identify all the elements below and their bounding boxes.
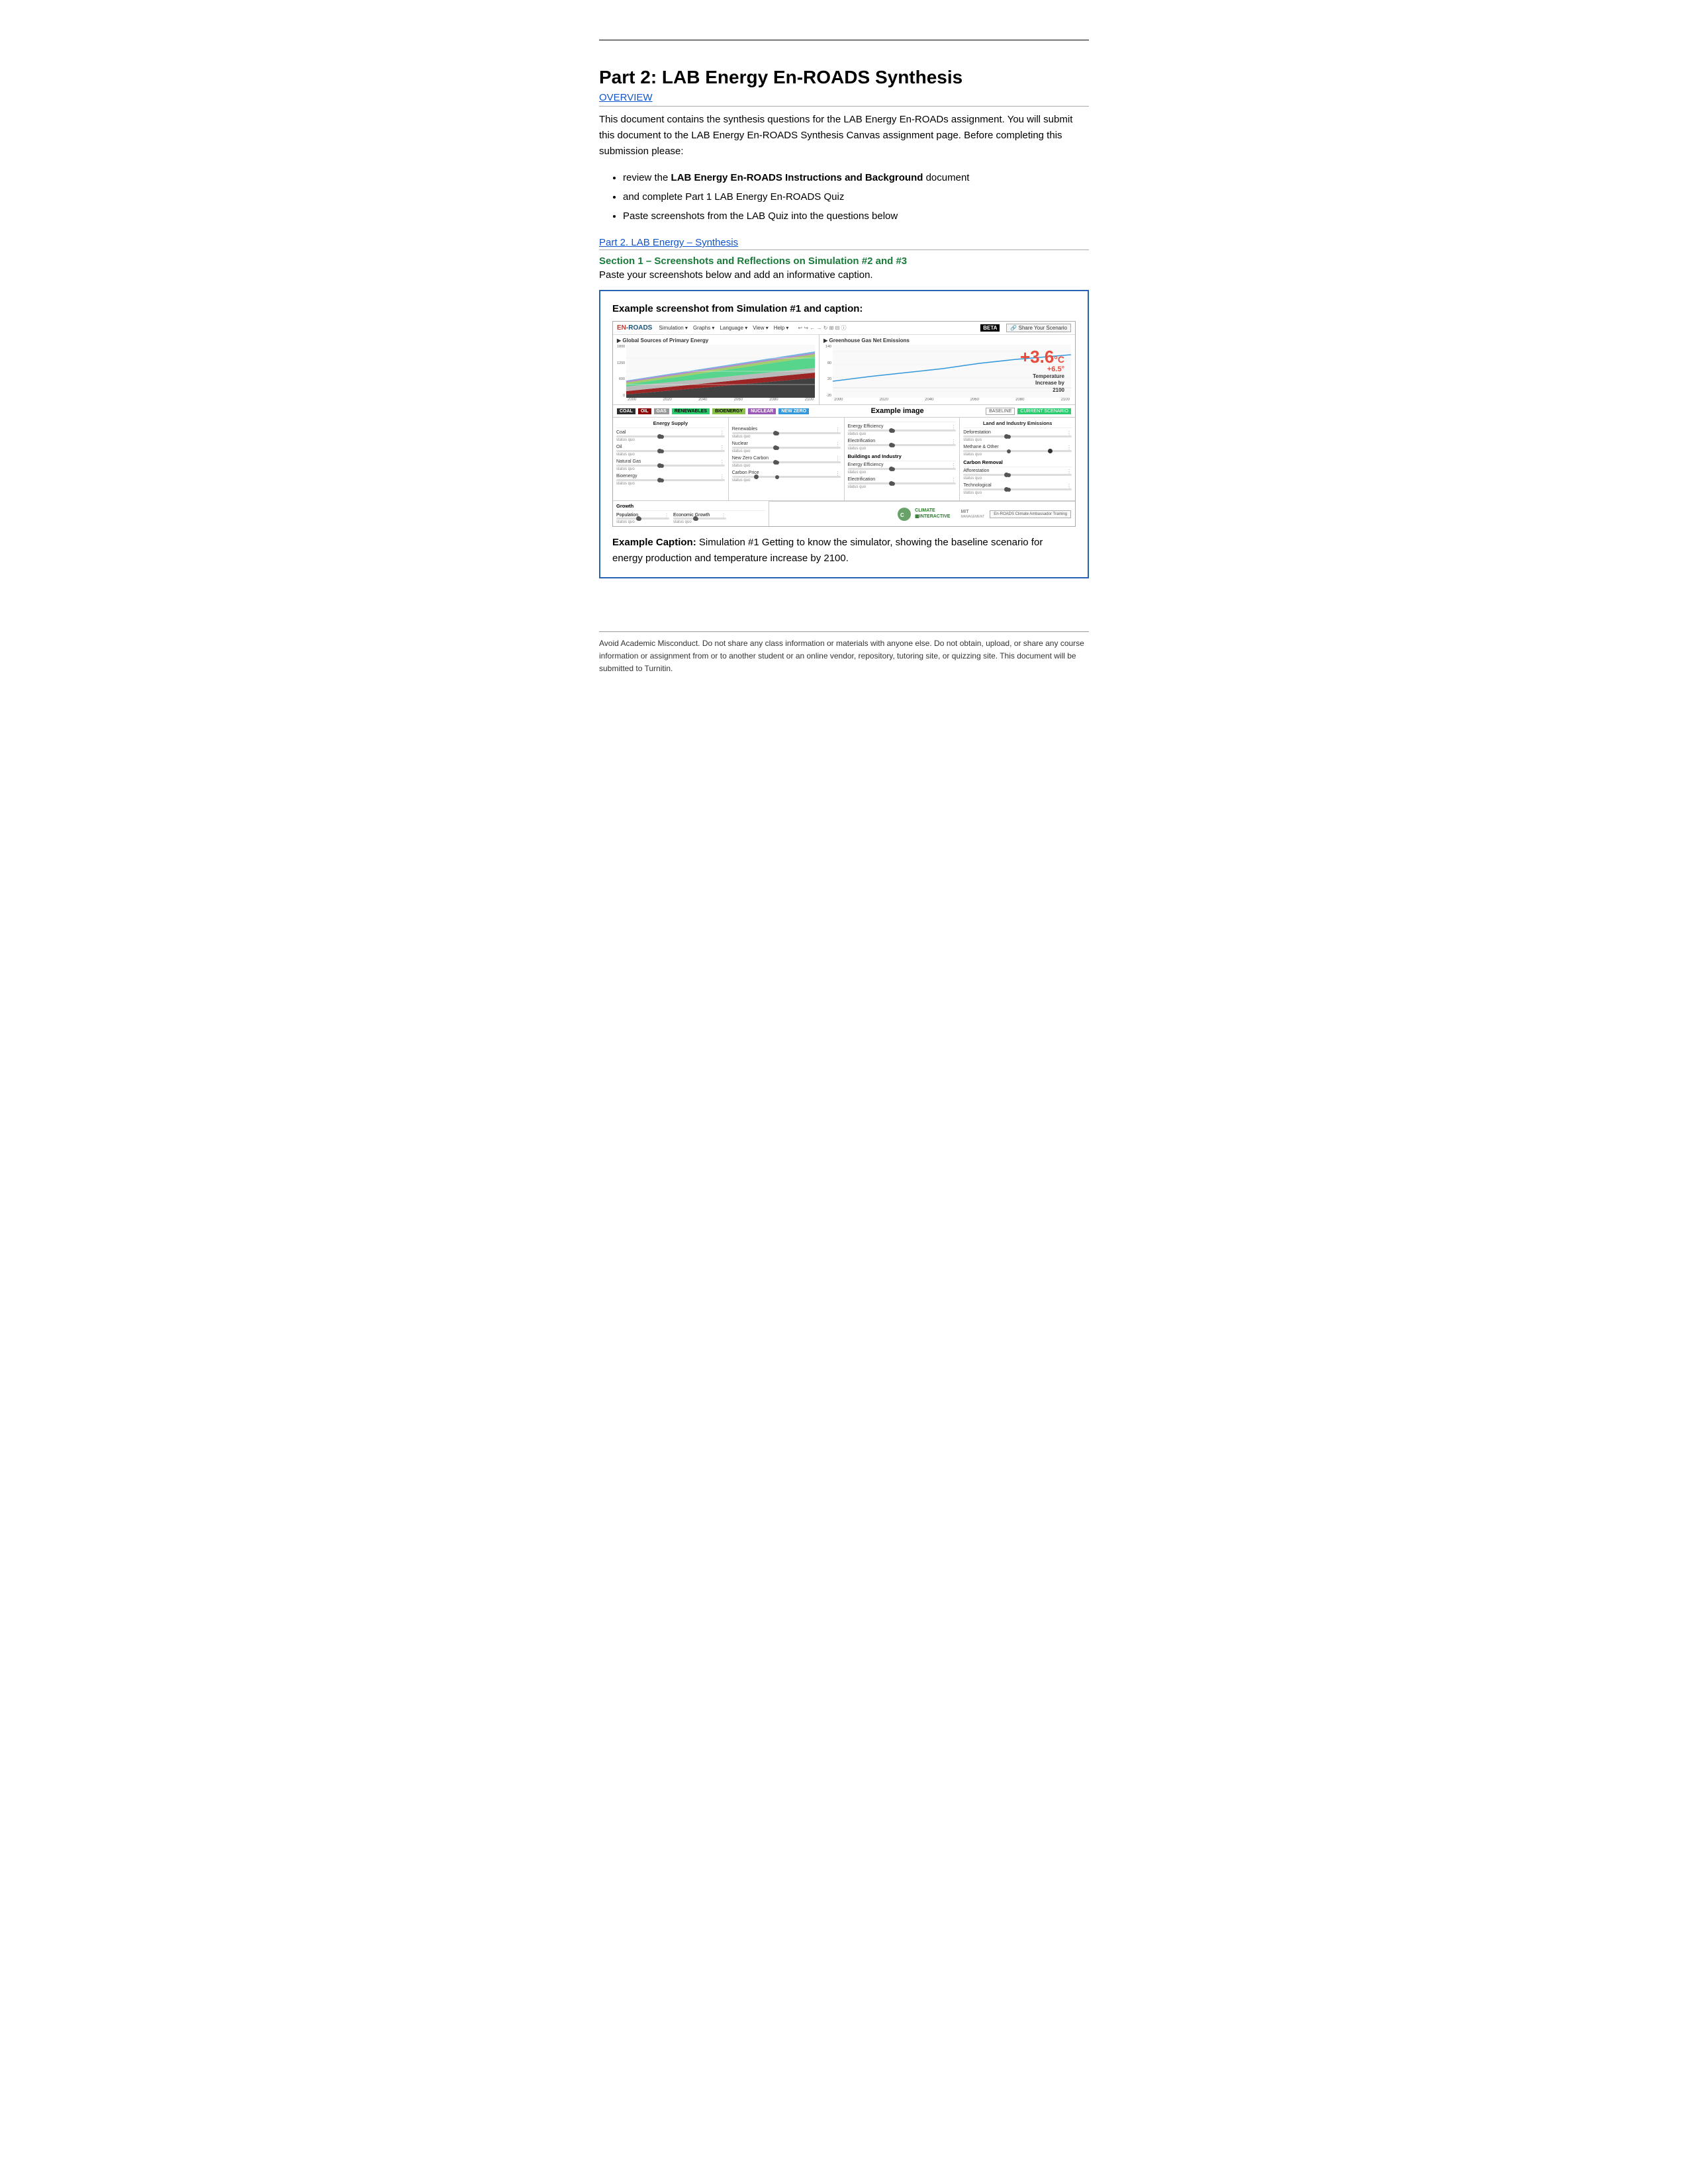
slider-afforestation: Afforestation ⋮ status quo [963, 469, 1072, 480]
temperature-display: +3.6°C +6.5° Temperature Increase by 210… [1020, 348, 1064, 394]
slider-carbon-price: Carbon Price ⋮ status quo [732, 471, 841, 482]
caption-bold: Example Caption: [612, 537, 696, 548]
slider-technological: Technological ⋮ status quo [963, 483, 1072, 495]
legend-gas: GAS [654, 408, 669, 414]
energy-x-labels: 200020202040206020802100 [626, 398, 815, 402]
slider-electrification-transport: Electrification ⋮ status quo [848, 439, 957, 451]
temp-label: Temperature Increase by 2100 [1020, 373, 1064, 394]
sim-share-button[interactable]: 🔗 Share Your Scenario [1006, 324, 1071, 332]
energy-chart-area [626, 345, 815, 398]
enroads-ambassador-badge: En-ROADS Climate Ambassador Training [990, 510, 1071, 518]
slider-methane-other: Methane & Other ⋮ status quo [963, 445, 1072, 457]
sim-menu-simulation[interactable]: Simulation ▾ [659, 325, 688, 331]
legend-baseline: BASELINE [986, 408, 1015, 415]
energy-svg [626, 345, 815, 398]
sim-sliders-area: Energy Supply Coal ⋮ status quo Oil ⋮ st… [613, 418, 1075, 500]
sim-energy-supply-col1: Energy Supply Coal ⋮ status quo Oil ⋮ st… [613, 418, 729, 500]
footer-text: Avoid Academic Misconduct. Do not share … [599, 631, 1089, 676]
example-image-label: Example image [812, 407, 983, 415]
mit-logo: MITMANAGEMENT [961, 510, 984, 519]
energy-y-axis: 180012006000 [617, 345, 626, 398]
page-title: Part 2: LAB Energy En-ROADS Synthesis [599, 67, 1089, 88]
ghg-y-axis: 1408020-20 [823, 345, 833, 398]
overview-link[interactable]: OVERVIEW [599, 92, 1089, 103]
ghg-chart-title: ▶ Greenhouse Gas Net Emissions [823, 338, 1071, 343]
bullet-item-2: and complete Part 1 LAB Energy En-ROADS … [623, 188, 1089, 206]
slider-deforestation: Deforestation ⋮ status quo [963, 430, 1072, 442]
sim-menu-help[interactable]: Help ▾ [774, 325, 789, 331]
energy-chart-main: 200020202040206020802100 [626, 345, 815, 402]
overview-divider [599, 106, 1089, 107]
slider-natural-gas: Natural Gas ⋮ status quo [616, 459, 725, 471]
bullet-list: review the LAB Energy En-ROADS Instructi… [623, 169, 1089, 225]
sim-charts-area: ▶ Global Sources of Primary Energy 18001… [613, 335, 1075, 405]
sim-energy-supply-col2: Renewables ⋮ status quo Nuclear ⋮ status… [729, 418, 845, 500]
example-box-title: Example screenshot from Simulation #1 an… [612, 303, 1076, 314]
carbon-removal-title: Carbon Removal [963, 459, 1072, 467]
legend-coal: COAL [617, 408, 635, 414]
climate-interactive-logo: C CLIMATE▩INTERACTIVE [896, 506, 950, 522]
slider-energy-efficiency-buildings: Energy Efficiency ⋮ status quo [848, 463, 957, 475]
enroads-logo: EN-ROADS [617, 324, 652, 332]
slider-electrification-buildings: Electrification ⋮ status quo [848, 477, 957, 489]
sim-menu-language[interactable]: Language ▾ [720, 325, 747, 331]
svg-text:C: C [900, 512, 904, 518]
ghg-x-labels: 200020202040206020802100 [833, 398, 1071, 402]
sim-land-industry-col: Land and Industry Emissions Deforestatio… [960, 418, 1075, 500]
sim-logos-area: C CLIMATE▩INTERACTIVE MITMANAGEMENT En-R… [769, 501, 1075, 526]
slider-oil: Oil ⋮ status quo [616, 445, 725, 457]
sim-menu-graphs[interactable]: Graphs ▾ [693, 325, 714, 331]
bullet-item-3: Paste screenshots from the LAB Quiz into… [623, 207, 1089, 225]
growth-section-title: Growth Population ⋮ status quo Economic … [613, 501, 769, 526]
ghg-chart-main: +3.6°C +6.5° Temperature Increase by 210… [833, 345, 1071, 402]
sim-icons: ↩ ↪ ← → ↻ ⊞ ⊟ ⓘ [798, 324, 846, 332]
slider-bioenergy: Bioenergy ⋮ status quo [616, 474, 725, 486]
slider-renewables: Renewables ⋮ status quo [732, 427, 841, 439]
sim-beta-badge: BETA [980, 324, 1000, 332]
energy-supply-title: Energy Supply [616, 420, 725, 428]
climate-logo-icon: C [896, 506, 912, 522]
land-industry-title: Land and Industry Emissions [963, 420, 1072, 428]
sim-legend-bar: COAL OIL GAS RENEWABLES BIOENERGY NUCLEA… [613, 405, 1075, 418]
sim-menu-view[interactable]: View ▾ [753, 325, 768, 331]
intro-text: This document contains the synthesis que… [599, 112, 1089, 159]
ghg-chart-panel: ▶ Greenhouse Gas Net Emissions 1408020-2… [820, 335, 1075, 404]
transport-title [848, 420, 957, 422]
ghg-chart-area: +3.6°C +6.5° Temperature Increase by 210… [833, 345, 1071, 398]
example-screenshot-box: Example screenshot from Simulation #1 an… [599, 290, 1089, 578]
example-caption: Example Caption: Simulation #1 Getting t… [612, 535, 1076, 567]
buildings-industry-title: Buildings and Industry [848, 453, 957, 461]
slider-new-zero-carbon: New Zero Carbon ⋮ status quo [732, 456, 841, 468]
legend-newzero: NEW ZERO [778, 408, 809, 414]
legend-bioenergy: BIOENERGY [712, 408, 745, 414]
bullet-item-1: review the LAB Energy En-ROADS Instructi… [623, 169, 1089, 187]
sim-nav-bar: EN-ROADS Simulation ▾ Graphs ▾ Language … [613, 322, 1075, 335]
temp-value: +3.6°C [1020, 348, 1064, 365]
energy-chart-panel: ▶ Global Sources of Primary Energy 18001… [613, 335, 820, 404]
section1-heading: Section 1 – Screenshots and Reflections … [599, 255, 1089, 267]
legend-oil: OIL [638, 408, 651, 414]
slider-coal: Coal ⋮ status quo [616, 430, 725, 442]
sim-transport-col: Energy Efficiency ⋮ status quo Electrifi… [845, 418, 961, 500]
sim-growth-area: Growth Population ⋮ status quo Economic … [613, 500, 1075, 526]
slider-energy-efficiency-transport: Energy Efficiency ⋮ status quo [848, 424, 957, 436]
legend-nuclear: NUCLEAR [748, 408, 776, 414]
legend-renewables: RENEWABLES [672, 408, 710, 414]
energy-chart-title: ▶ Global Sources of Primary Energy [617, 338, 815, 343]
slider-nuclear: Nuclear ⋮ status quo [732, 441, 841, 453]
legend-current: CURRENT SCENARIO [1017, 408, 1071, 414]
part2-link[interactable]: Part 2. LAB Energy – Synthesis [599, 237, 1089, 248]
simulator-screenshot: EN-ROADS Simulation ▾ Graphs ▾ Language … [612, 321, 1076, 527]
paste-instruction: Paste your screenshots below and add an … [599, 269, 1089, 281]
